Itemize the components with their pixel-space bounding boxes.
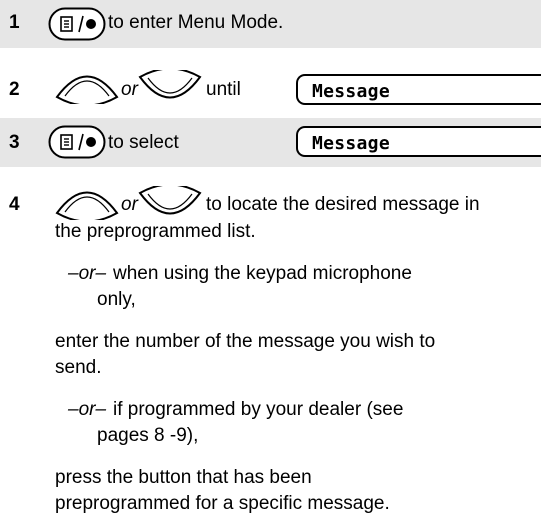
down-arrow-button-icon: [138, 186, 202, 215]
menu-select-button-icon: [48, 125, 106, 159]
step-3-number: 3: [9, 132, 20, 153]
step-1-text: to enter Menu Mode.: [108, 12, 284, 33]
step-4-line2: the preprogrammed list.: [55, 221, 256, 242]
step-4-number: 4: [9, 194, 20, 215]
alt-2-line2: pages 8 -9),: [97, 425, 199, 446]
para-2-line2: send.: [55, 357, 102, 378]
para-3-line1: press the button that has been: [55, 467, 312, 488]
para-3-line2: preprogrammed for a specific message.: [55, 493, 390, 514]
up-arrow-button-icon: [55, 75, 119, 104]
menu-select-button-icon: [48, 7, 106, 41]
step-3-display: Message: [296, 126, 541, 157]
step-2-number: 2: [9, 79, 20, 100]
para-2-line1: enter the number of the message you wish…: [55, 331, 436, 352]
step-3-text: to select: [108, 132, 179, 153]
alt-1-line1: when using the keypad microphone: [113, 263, 412, 284]
down-arrow-button-icon: [138, 70, 202, 99]
step-2-display: Message: [296, 74, 541, 105]
step-4-or: or: [121, 194, 138, 215]
step-2-or: or: [121, 79, 138, 100]
up-arrow-button-icon: [55, 191, 119, 220]
alt-1-or: –or–: [68, 263, 107, 284]
alt-2-line1: if programmed by your dealer (see: [113, 399, 404, 420]
alt-1-line2: only,: [97, 289, 136, 310]
step-1-number: 1: [9, 12, 20, 33]
step-4-line1: to locate the desired message in: [206, 194, 480, 215]
step-2-text: until: [206, 79, 241, 100]
alt-2-or: –or–: [68, 399, 107, 420]
